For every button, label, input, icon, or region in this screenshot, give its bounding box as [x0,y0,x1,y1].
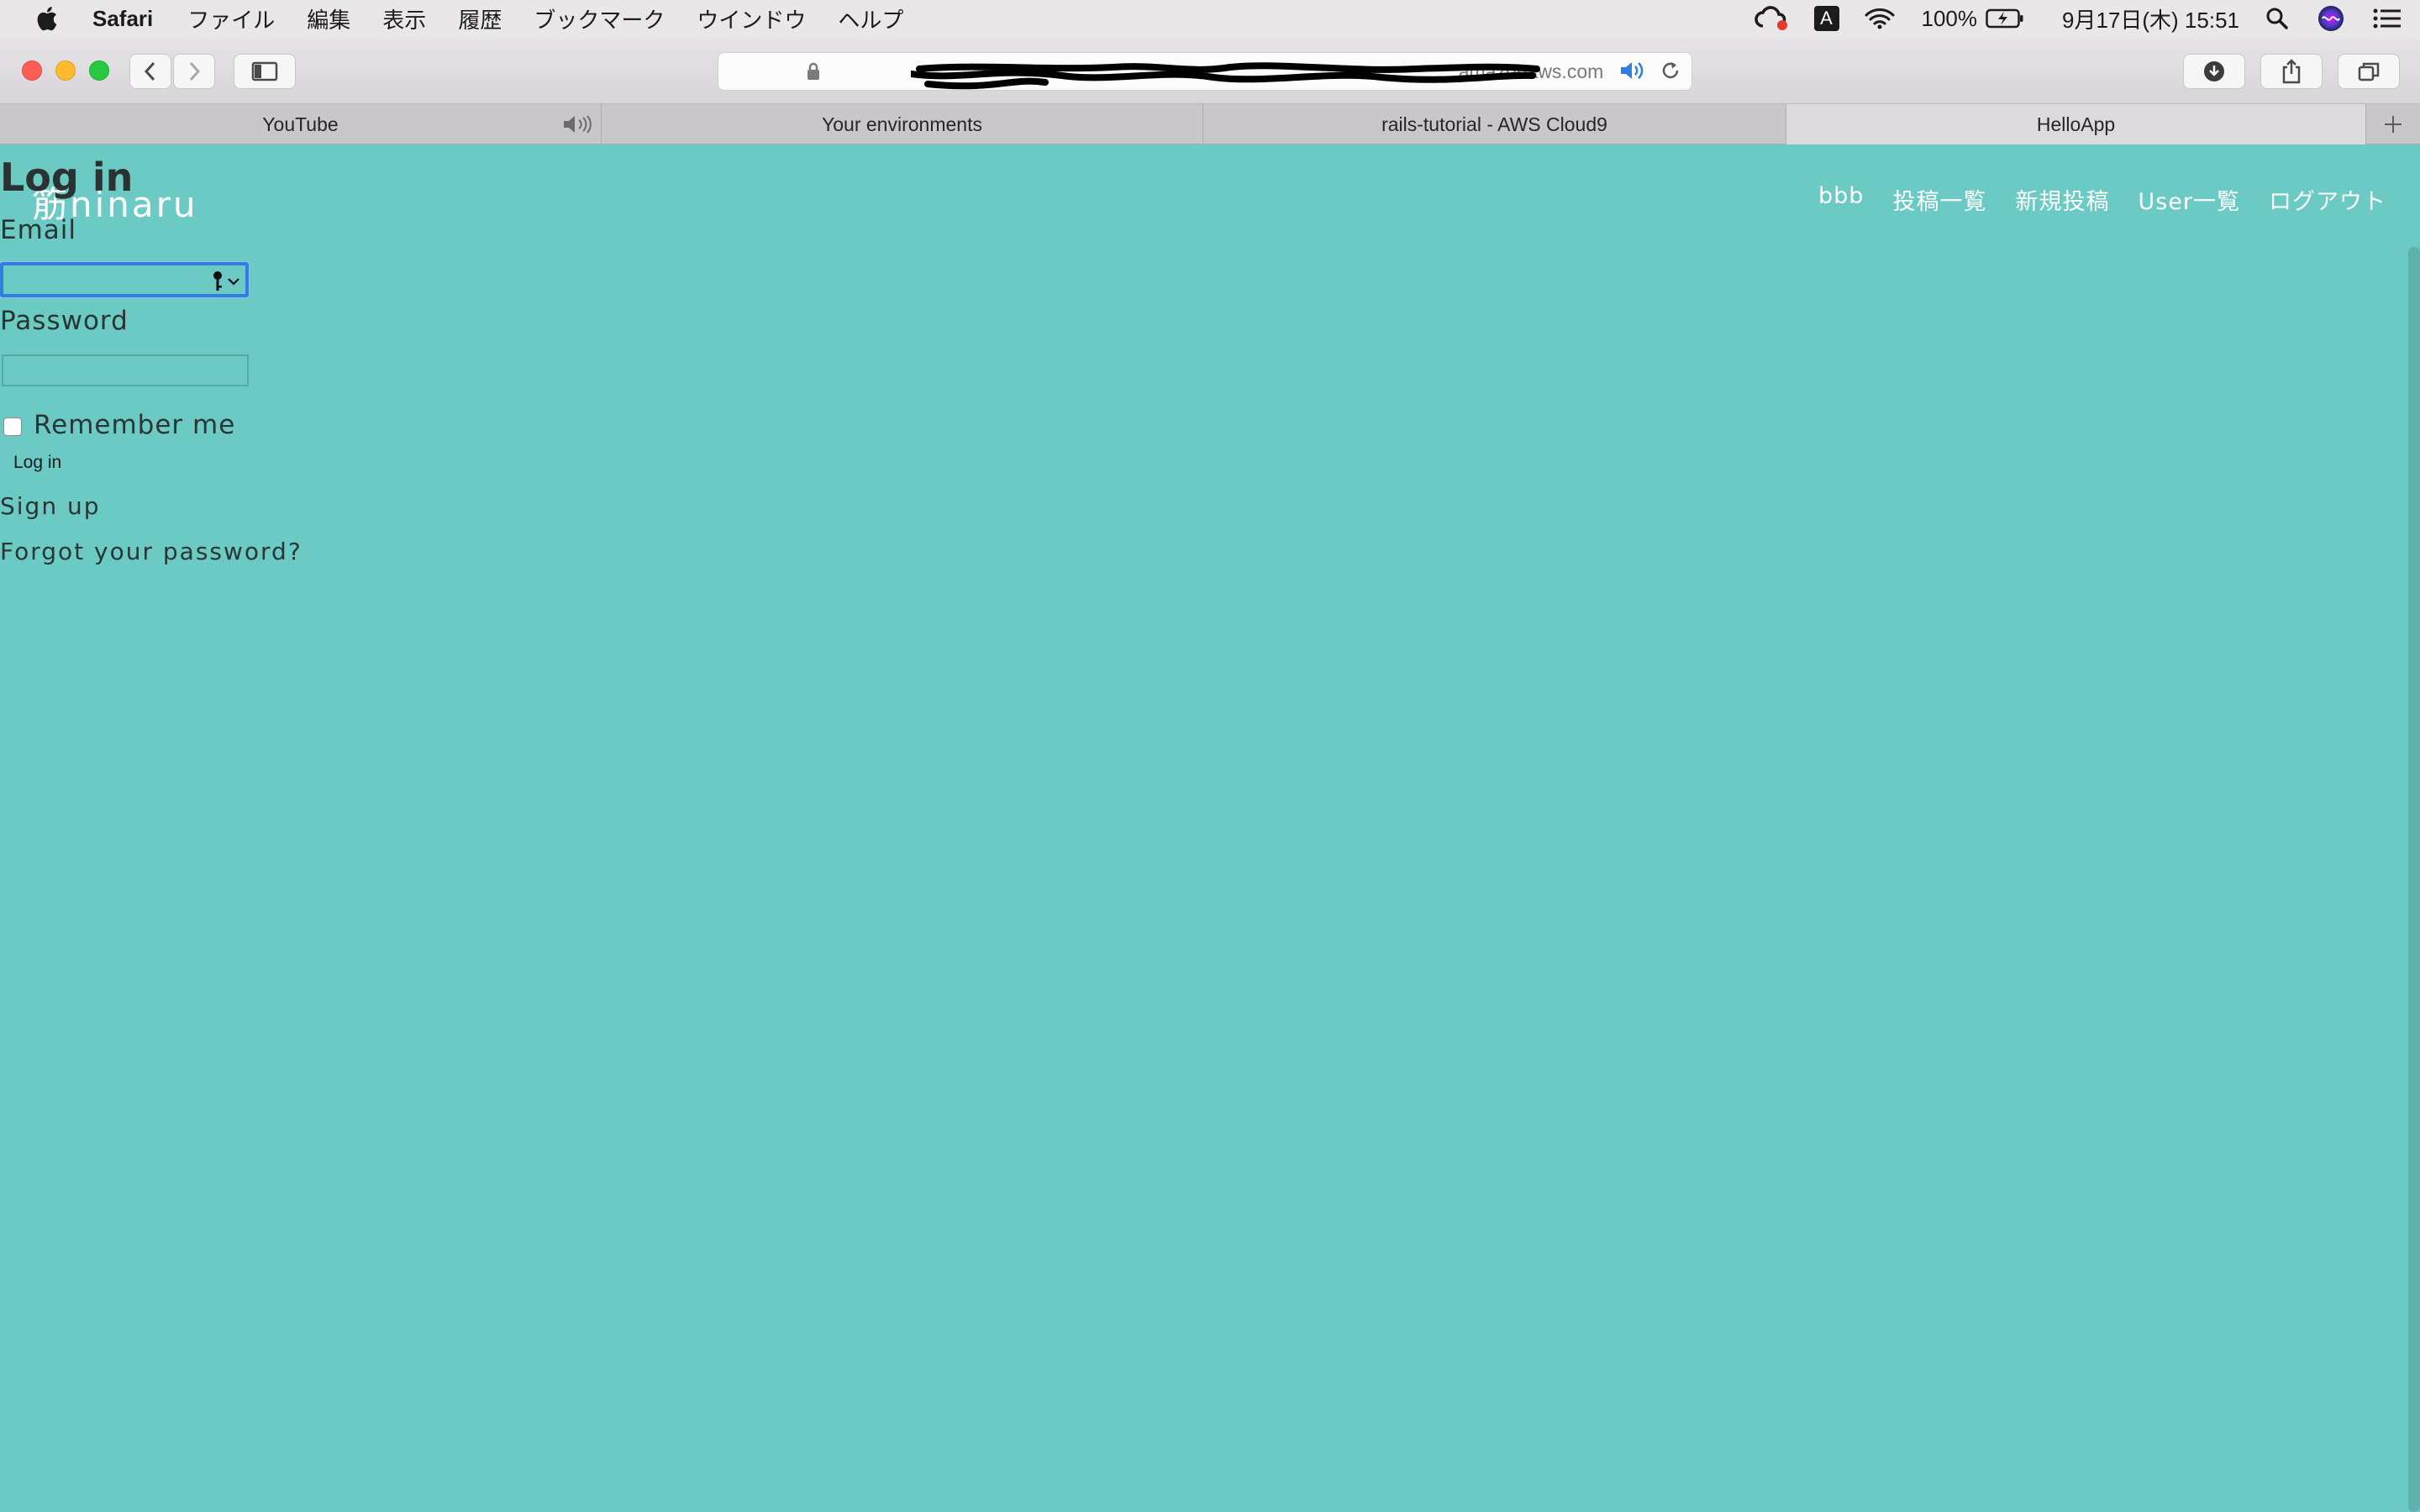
window-close-button[interactable] [22,60,42,81]
input-source-icon[interactable]: A [1813,6,1839,31]
page-title: Log in [0,155,134,200]
tabs-overview-icon [2358,62,2380,81]
reload-icon[interactable] [1660,60,1681,81]
menu-history[interactable]: 履歴 [442,3,518,34]
share-icon [2282,59,2301,84]
menu-bookmarks[interactable]: ブックマーク [518,3,681,34]
menu-edit[interactable]: 編集 [291,3,366,34]
speaker-icon[interactable] [562,114,594,134]
input-source-label: A [1820,8,1833,29]
key-icon [213,271,222,291]
new-tab-button[interactable] [2366,104,2420,144]
tab-label: YouTube [262,113,339,135]
chevron-left-icon [144,61,155,81]
window-minimize-button[interactable] [55,60,76,81]
menu-app-name[interactable]: Safari [92,6,171,32]
nav-posts[interactable]: 投稿一覧 [1892,183,1986,216]
lock-icon [807,62,819,80]
spotlight-search-icon[interactable] [2265,7,2289,30]
menu-help[interactable]: ヘルプ [822,3,919,34]
chevron-down-icon [228,278,239,286]
nav-new-post[interactable]: 新規投稿 [2015,183,2109,216]
battery-charging-icon[interactable] [1986,8,2024,29]
site-header: 筋ninaru bbb 投稿一覧 新規投稿 User一覧 ログアウト [0,144,2420,245]
plus-icon [2385,115,2402,133]
remember-me-checkbox[interactable] [3,417,22,436]
back-button[interactable] [129,54,171,89]
speaker-playing-icon[interactable] [1619,60,1644,81]
tab-helloapp[interactable]: HelloApp [1786,104,2366,144]
nav-user-name[interactable]: bbb [1818,183,1864,216]
nav-logout[interactable]: ログアウト [2269,183,2386,216]
notification-center-icon[interactable] [2373,8,2402,29]
tab-overview-button[interactable] [2338,54,2400,89]
wifi-icon[interactable] [1864,7,1896,30]
siri-icon[interactable] [2317,5,2344,32]
sidebar-icon [251,61,278,81]
share-button[interactable] [2260,54,2323,89]
password-label: Password [0,306,129,336]
web-page: 筋ninaru bbb 投稿一覧 新規投稿 User一覧 ログアウト Log i… [0,144,2420,1512]
creative-cloud-icon[interactable] [1754,6,1790,31]
macos-menu-bar: Safari ファイル 編集 表示 履歴 ブックマーク ウインドウ ヘルプ A … [0,0,2420,37]
password-autofill-control[interactable] [212,270,240,292]
password-field[interactable] [2,354,249,386]
remember-me-row: Remember me [3,410,235,440]
download-icon [2204,61,2224,81]
apple-logo-icon[interactable] [0,5,92,32]
forward-button[interactable] [173,54,215,89]
remember-me-label[interactable]: Remember me [34,410,235,440]
log-in-button[interactable]: Log in [5,449,70,477]
site-nav: bbb 投稿一覧 新規投稿 User一覧 ログアウト [1818,183,2386,216]
redaction-scribble [910,61,1540,89]
menu-window[interactable]: ウインドウ [681,3,822,34]
tab-label: rails-tutorial - AWS Cloud9 [1381,113,1607,135]
browser-toolbar: amazonaws.com [0,37,2420,104]
menu-file[interactable]: ファイル [171,3,291,34]
email-field[interactable] [0,262,249,297]
email-label: Email [0,215,77,245]
chevron-right-icon [189,61,201,81]
tab-label: HelloApp [2036,113,2116,135]
forgot-password-link[interactable]: Forgot your password? [0,538,302,565]
downloads-button[interactable] [2183,54,2245,89]
sidebar-toggle-button[interactable] [234,54,296,89]
tab-your-environments[interactable]: Your environments [602,104,1203,144]
tab-bar: YouTube Your environments rails-tutorial… [0,104,2420,144]
tab-rails-tutorial[interactable]: rails-tutorial - AWS Cloud9 [1203,104,1786,144]
battery-percent: 100% [1921,5,1978,31]
nav-users[interactable]: User一覧 [2138,183,2240,216]
menu-view[interactable]: 表示 [366,3,442,34]
tab-youtube[interactable]: YouTube [0,104,602,144]
scrollbar[interactable] [2408,247,2420,1512]
address-bar[interactable]: amazonaws.com [718,52,1692,91]
window-zoom-button[interactable] [89,60,109,81]
sign-up-link[interactable]: Sign up [0,492,101,520]
menu-clock[interactable]: 9月17日(木) 15:51 [2062,3,2239,34]
tab-label: Your environments [822,113,982,135]
